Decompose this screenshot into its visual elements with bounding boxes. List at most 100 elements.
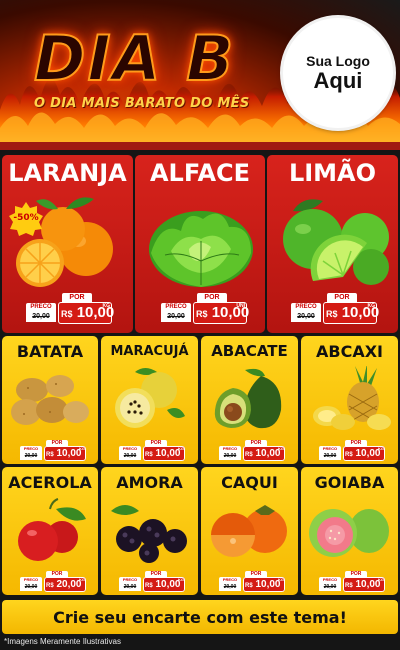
old-price: 20,00 [319,583,341,591]
product-name: ABCAXI [316,342,383,361]
product-card-limao: LIMÃO PRECO POR 20,00 R$ 10,00 KG [267,155,398,333]
unit-label: KG [79,446,85,451]
unit-label: KG [378,577,384,582]
preco-label: PRECO [291,303,321,311]
price-value: 10,00 [355,448,381,459]
currency: R$ [145,583,153,589]
unit-label: KG [278,577,284,582]
por-label: POR [197,293,227,302]
price-value: 10,00 [255,579,281,590]
currency: R$ [145,452,153,458]
unit-label: KG [79,577,85,582]
product-name: AMORA [116,473,183,492]
unit-label: KG [102,303,111,309]
product-name: ALFACE [149,159,251,187]
preco-label: PRECO [26,303,56,311]
price-value: 20,00 [56,579,82,590]
price-tag: PRECO POR 20,00 R$ 10,00 KG [119,440,185,462]
por-label: POR [62,293,92,302]
product-name: ACEROLA [8,473,92,492]
product-card-laranja: LARANJA -50% PRECO POR 20,00 R$ 10,00 KG [2,155,133,333]
price-tag: PRECO POR 20,00 R$ 20,00 KG [20,571,86,593]
old-price: 20,00 [219,583,241,591]
product-card-abacate: ABACATE PRECO POR 20,00 R$ 10,00 KG [201,336,298,464]
price-value: 10,00 [355,579,381,590]
unit-label: KG [178,577,184,582]
pineapple-illustration [313,366,391,430]
price-tag: PRECO POR 20,00 R$ 10,00 KG [291,293,379,325]
new-price: R$ 20,00 KG [44,577,86,592]
currency: R$ [196,309,208,319]
price-value: 10,00 [56,448,82,459]
old-price: 20,00 [161,311,191,322]
product-name: BATATA [16,342,84,361]
old-price: 20,00 [319,452,341,460]
new-price: R$ 10,00 KG [243,446,285,461]
product-card-goiaba: GOIABA PRECO POR 20,00 R$ 10,00 KG [301,467,398,595]
header-banner: DIA B O DIA MAIS BARATO DO MÊS Sua Logo … [0,0,400,150]
new-price: R$ 10,00 KG [343,577,385,592]
price-value: 10,00 [155,579,181,590]
price-tag: PRECO POR 20,00 R$ 10,00 KG [319,440,385,462]
price-value: 10,00 [255,448,281,459]
preco-label: PRECO [161,303,191,311]
price-tag: PRECO POR 20,00 R$ 10,00 KG [119,571,185,593]
price-tag: PRECO POR 20,00 R$ 10,00 KG [319,571,385,593]
product-name: ABACATE [211,342,288,360]
passion-fruit-illustration [115,368,185,428]
product-card-amora: AMORA PRECO POR 20,00 R$ 10,00 KG [101,467,198,595]
price-tag: PRECO POR 20,00 R$ 10,00 UNI [161,293,249,325]
old-price: 20,00 [26,311,56,322]
old-price: 20,00 [119,452,141,460]
persimmon-illustration [211,505,287,557]
currency: R$ [46,583,54,589]
old-price: 20,00 [20,583,42,591]
cta-banner[interactable]: Crie seu encarte com este tema! [2,600,398,634]
new-price: R$ 10,00 KG [323,302,379,324]
new-price: R$ 10,00 KG [143,577,185,592]
currency: R$ [61,309,73,319]
logo-line-2: Aqui [313,68,363,93]
potato-illustration [11,375,89,425]
old-price: 20,00 [119,583,141,591]
new-price: R$ 10,00 KG [143,446,185,461]
price-tag: PRECO POR 20,00 R$ 10,00 KG [20,440,86,462]
por-label: POR [327,293,357,302]
new-price: R$ 10,00 KG [243,577,285,592]
discount-badge-label: -50% [13,213,39,223]
guava-illustration [309,509,389,557]
currency: R$ [345,583,353,589]
old-price: 20,00 [20,452,42,460]
logo-placeholder: Sua Logo Aqui [283,18,393,128]
product-name: LARANJA [8,159,127,187]
product-name: LIMÃO [288,159,377,187]
product-card-alface: ALFACE PRECO POR 20,00 R$ 10,00 UNI [135,155,265,333]
disclaimer-text: *Imagens Meramente Ilustrativas [4,637,121,646]
lettuce-illustration [149,211,253,287]
unit-label: KG [367,303,376,309]
product-name: CAQUI [221,473,278,492]
currency: R$ [46,452,54,458]
new-price: R$ 10,00 KG [343,446,385,461]
new-price: R$ 10,00 UNI [193,302,249,324]
unit-label: KG [378,446,384,451]
currency: R$ [326,309,338,319]
acerola-illustration [18,498,86,561]
avocado-illustration [214,368,282,429]
unit-label: UNI [236,303,245,309]
currency: R$ [245,452,253,458]
product-name: GOIABA [314,473,385,492]
product-card-maracuja: MARACUJÁ PRECO POR 20,00 R$ 10,00 KG [101,336,198,464]
unit-label: KG [178,446,184,451]
price-tag: PRECO POR 20,00 R$ 10,00 KG [219,440,285,462]
promo-title: DIA B [33,22,236,95]
new-price: R$ 10,00 KG [44,446,86,461]
lime-illustration [283,199,389,285]
price-tag: PRECO POR 20,00 R$ 10,00 KG [219,571,285,593]
old-price: 20,00 [219,452,241,460]
product-card-acerola: ACEROLA PRECO POR 20,00 R$ 20,00 KG [2,467,98,595]
blackberry-illustration [111,505,187,563]
price-tag: PRECO POR 20,00 R$ 10,00 KG [26,293,114,325]
product-name: MARACUJÁ [110,344,189,359]
new-price: R$ 10,00 KG [58,302,114,324]
